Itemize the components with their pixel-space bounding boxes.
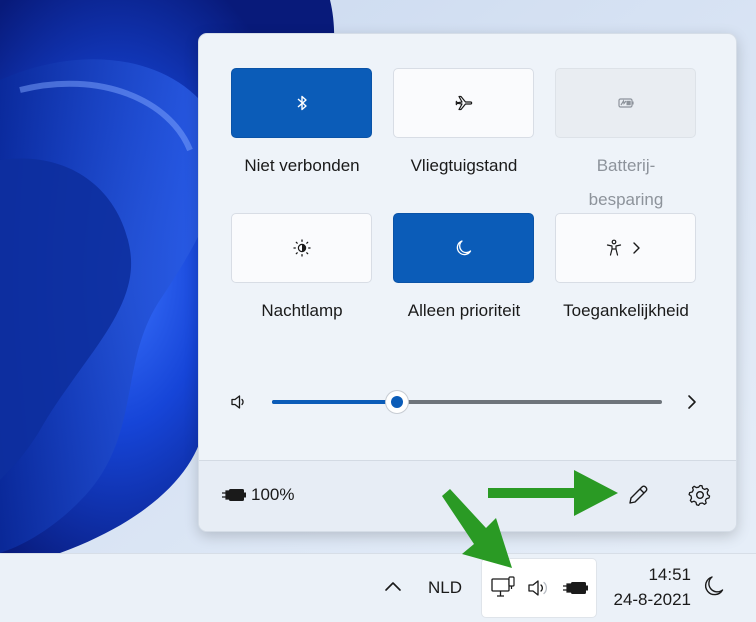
clock-date[interactable]: 24-8-2021 [605,590,691,610]
moon-icon [456,240,471,256]
airplane-label: Vliegtuigstand [410,156,518,175]
speaker-icon[interactable] [229,392,249,412]
bluetooth-toggle[interactable] [231,68,372,138]
chevron-up-icon[interactable] [382,578,404,594]
chevron-right-icon [633,242,640,254]
bluetooth-icon [297,95,307,111]
accessibility-label: Toegankelijkheid [563,301,689,320]
accessibility-toggle[interactable] [555,213,696,283]
gear-icon[interactable] [686,481,714,509]
clock-time[interactable]: 14:51 [605,565,691,585]
battery-saver-label-line2: besparing [588,190,664,209]
battery-percentage: 100% [251,485,295,504]
battery-charging-icon[interactable] [221,485,247,505]
volume-icon [528,580,548,596]
taskbar: NLD 14:51 24-8-2021 [0,553,756,622]
battery-saver-toggle[interactable] [555,68,696,138]
airplane-icon [454,95,472,111]
moon-icon[interactable] [702,574,726,598]
volume-slider-fill [272,400,397,404]
volume-slider[interactable] [272,391,662,413]
pencil-icon[interactable] [624,481,652,509]
focus-assist-label: Alleen prioriteit [407,301,521,320]
quick-settings-footer: 100% [199,460,736,531]
system-tray-quick-settings[interactable] [481,558,597,618]
accessibility-icon [606,239,622,256]
bluetooth-label: Niet verbonden [244,156,360,175]
quick-settings-panel: Niet verbonden Vliegtuigstand besparing … [198,33,737,532]
night-light-label: Nachtlamp [261,301,343,320]
night-light-toggle[interactable] [231,213,372,283]
battery-icon [563,582,588,594]
battery-saver-label: Batterij- [596,156,656,175]
volume-slider-thumb[interactable] [385,391,408,413]
airplane-mode-toggle[interactable] [393,68,534,138]
brightness-icon [292,239,311,257]
battery-saver-icon [617,98,634,108]
focus-assist-toggle[interactable] [393,213,534,283]
input-language[interactable]: NLD [428,578,462,598]
chevron-right-icon[interactable] [682,391,702,413]
network-icon [491,576,515,597]
